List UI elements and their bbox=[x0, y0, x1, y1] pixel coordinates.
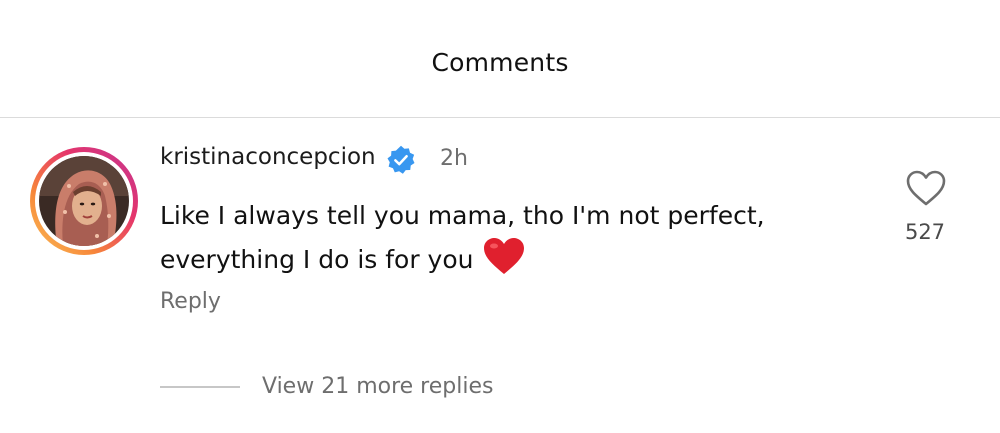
comments-header: Comments bbox=[0, 0, 1000, 118]
reply-button[interactable]: Reply bbox=[160, 289, 221, 314]
avatar-ring-gap bbox=[35, 152, 133, 250]
comment-text-line-2: everything I do is for you bbox=[160, 236, 860, 280]
comment-text-line-1: Like I always tell you mama, tho I'm not… bbox=[160, 201, 765, 230]
replies-divider-line bbox=[160, 386, 240, 388]
comment-timestamp: 2h bbox=[440, 146, 468, 171]
comment-text-line-2-text: everything I do is for you bbox=[160, 245, 474, 274]
like-count: 527 bbox=[904, 220, 946, 244]
view-replies-button[interactable]: View 21 more replies bbox=[262, 374, 493, 399]
red-heart-icon bbox=[483, 238, 524, 274]
page-title: Comments bbox=[431, 48, 569, 77]
comment-username[interactable]: kristinaconcepcion bbox=[160, 144, 376, 170]
avatar-image bbox=[39, 156, 129, 246]
verified-badge-icon bbox=[387, 145, 415, 174]
comment-text: Like I always tell you mama, tho I'm not… bbox=[160, 196, 860, 280]
avatar[interactable] bbox=[30, 147, 138, 255]
heart-outline-icon[interactable] bbox=[904, 168, 948, 208]
profile-photo-icon bbox=[39, 156, 129, 246]
